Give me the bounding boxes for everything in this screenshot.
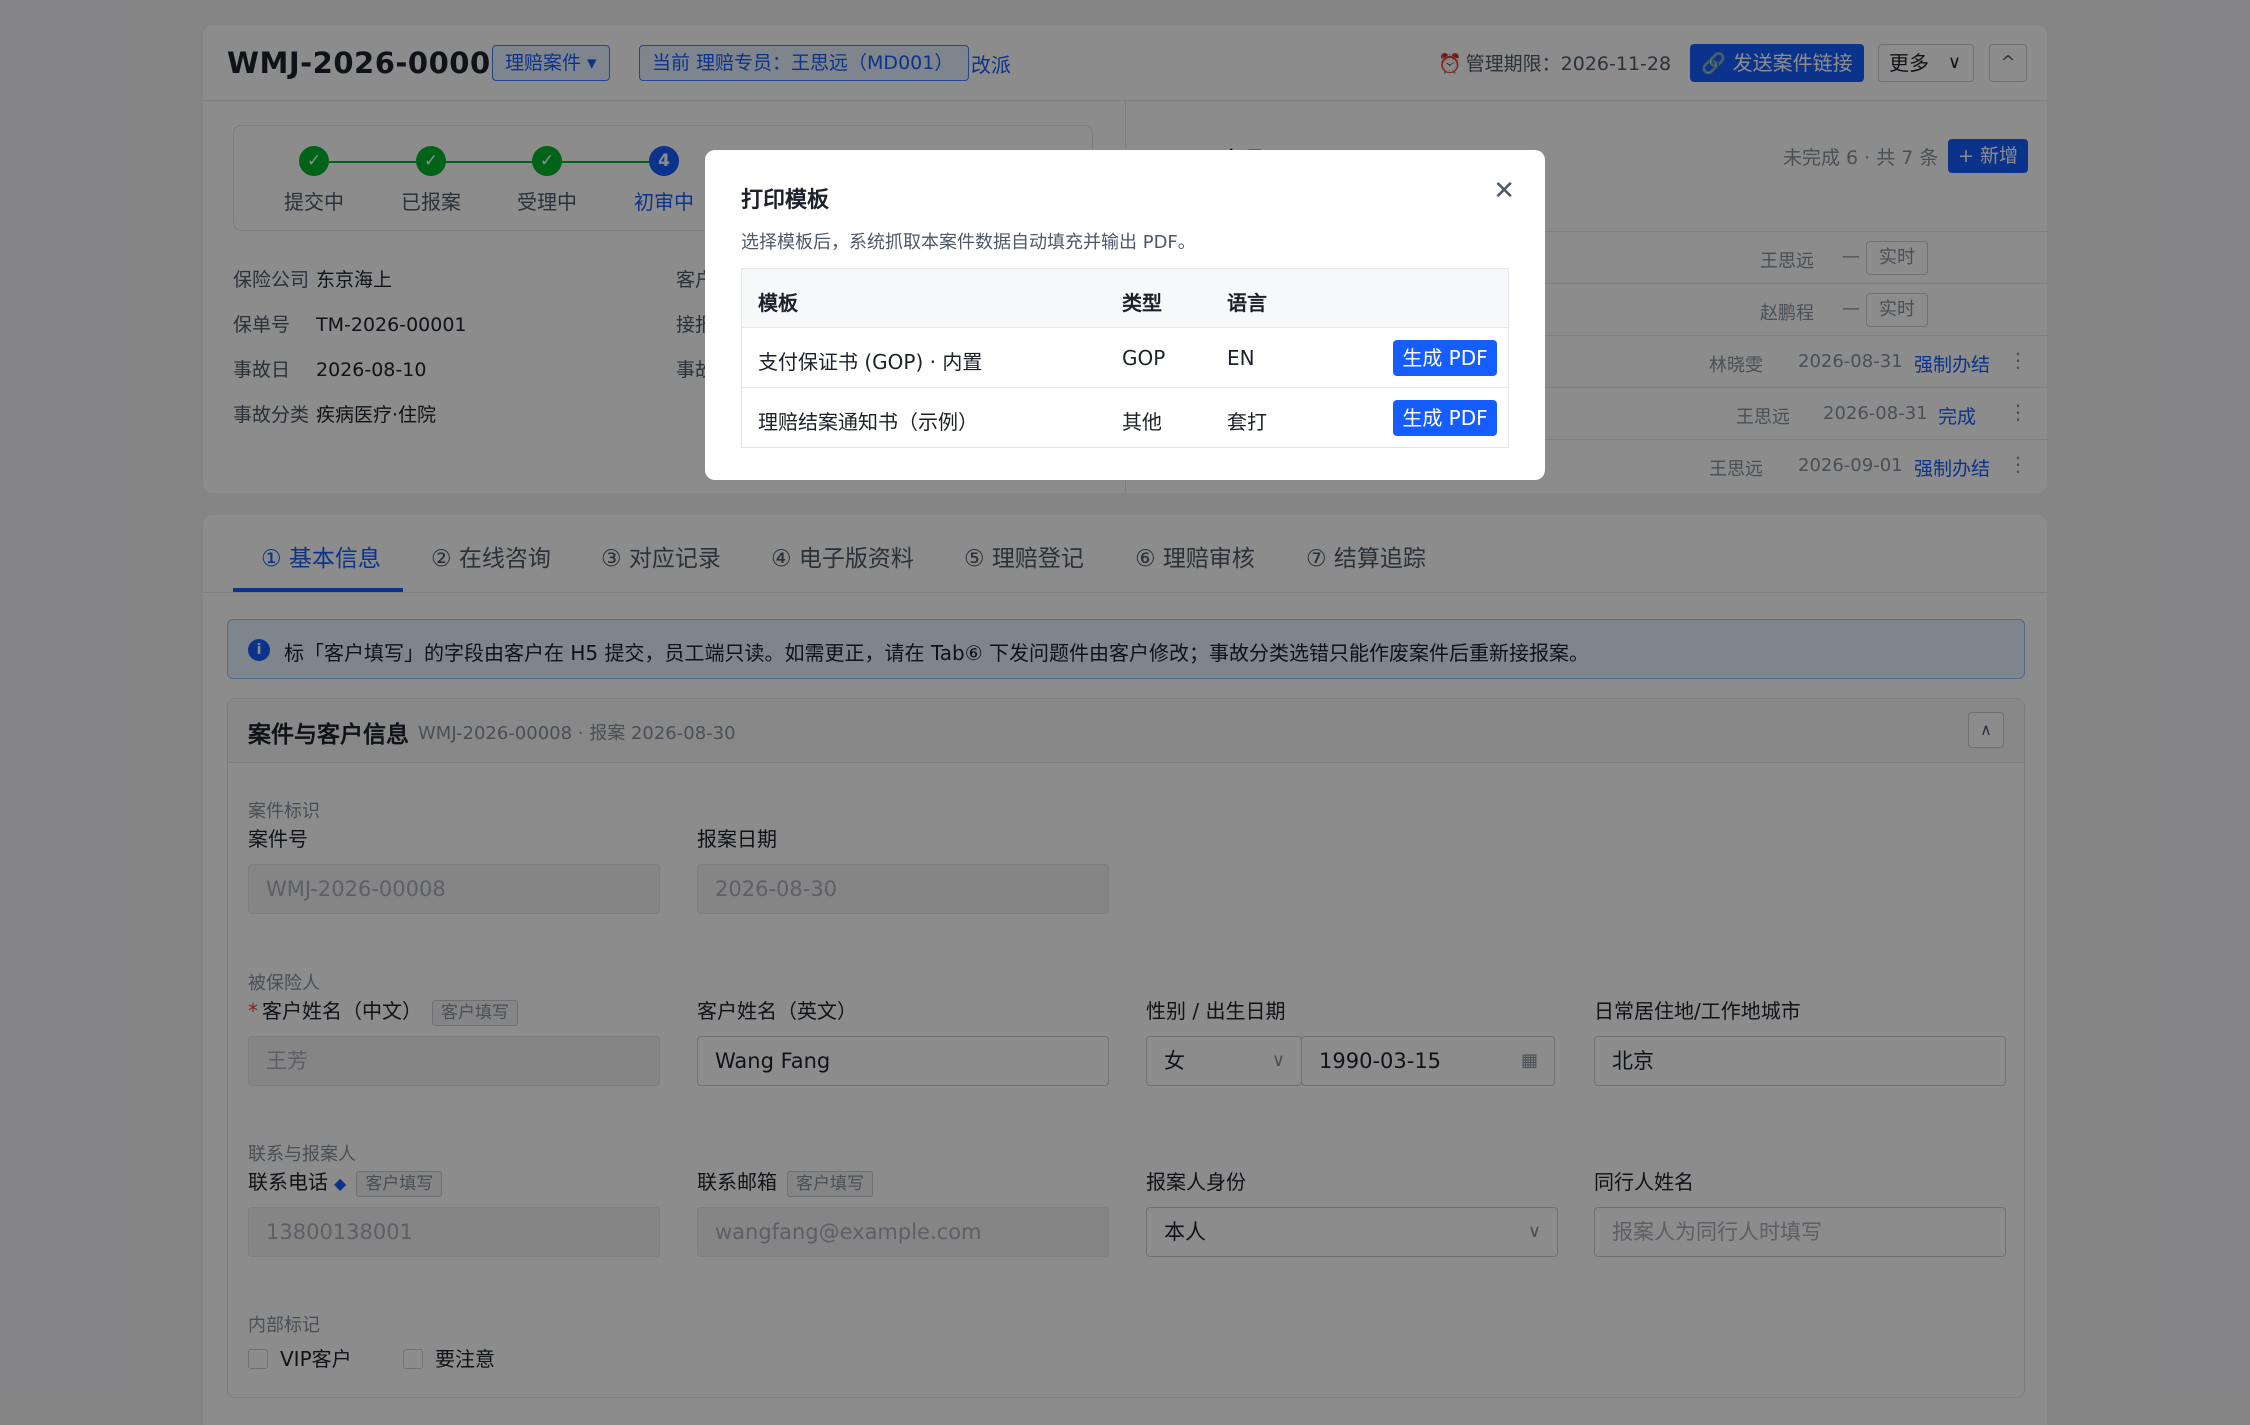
header-language: 语言 bbox=[1227, 291, 1267, 315]
template-type: 其他 bbox=[1122, 410, 1162, 434]
generate-pdf-button[interactable]: 生成 PDF bbox=[1393, 400, 1497, 436]
template-type: GOP bbox=[1122, 346, 1166, 370]
table-header: 模板 类型 语言 bbox=[742, 269, 1508, 327]
template-name: 理赔结案通知书（示例） bbox=[758, 410, 978, 434]
template-language: 套打 bbox=[1227, 410, 1267, 434]
header-template: 模板 bbox=[758, 291, 798, 315]
print-template-modal: 打印模板 ✕ 选择模板后，系统抓取本案件数据自动填充并输出 PDF。 模板 类型… bbox=[705, 150, 1545, 480]
table-row: 支付保证书 (GOP) · 内置 GOP EN 生成 PDF bbox=[742, 327, 1508, 387]
modal-description: 选择模板后，系统抓取本案件数据自动填充并输出 PDF。 bbox=[741, 232, 1196, 253]
modal-title: 打印模板 bbox=[741, 188, 830, 213]
app: WMJ-2026-00008 理赔案件 ▾ 当前 理赔专员：王思远（MD001）… bbox=[0, 0, 2250, 1425]
template-name: 支付保证书 (GOP) · 内置 bbox=[758, 350, 983, 374]
template-table: 模板 类型 语言 支付保证书 (GOP) · 内置 GOP EN 生成 PDF … bbox=[741, 268, 1509, 448]
generate-pdf-button[interactable]: 生成 PDF bbox=[1393, 340, 1497, 376]
table-row: 理赔结案通知书（示例） 其他 套打 生成 PDF bbox=[742, 387, 1508, 447]
close-icon[interactable]: ✕ bbox=[1493, 176, 1515, 206]
template-language: EN bbox=[1227, 346, 1255, 370]
header-type: 类型 bbox=[1122, 291, 1162, 315]
